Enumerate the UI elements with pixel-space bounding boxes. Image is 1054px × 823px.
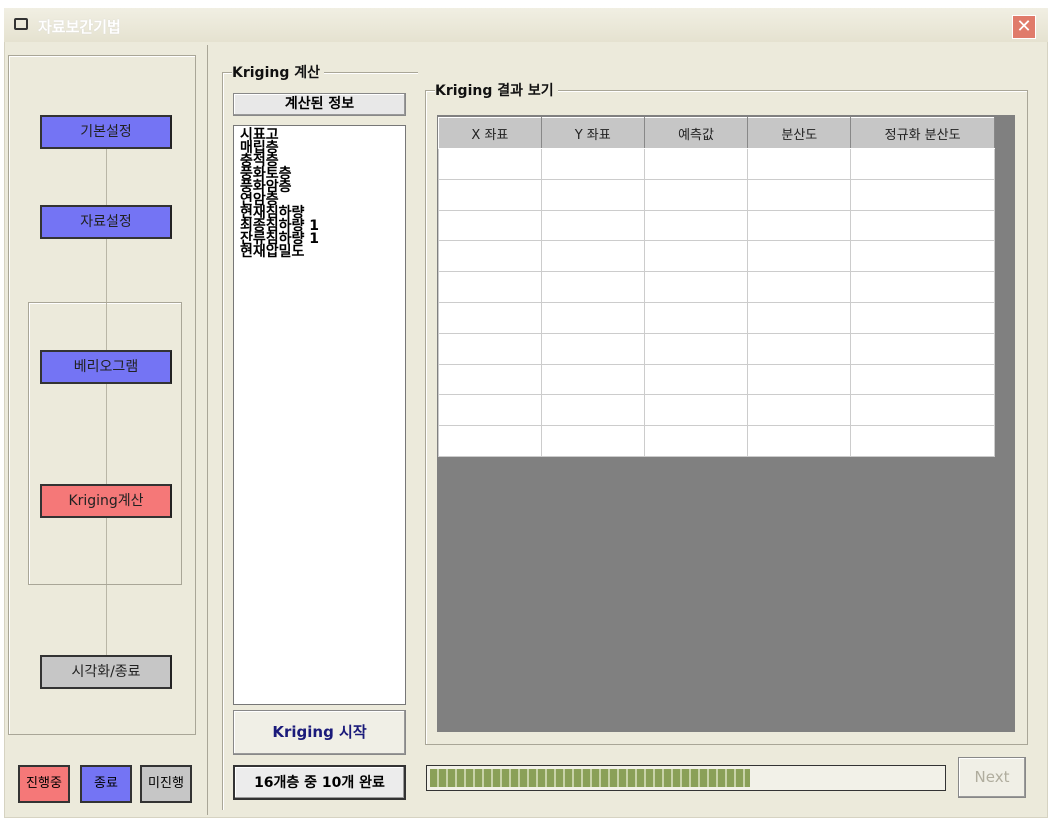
table-cell[interactable] [747, 332, 852, 365]
table-row[interactable] [438, 148, 995, 180]
table-cell[interactable] [540, 363, 645, 396]
table-cell[interactable] [438, 332, 542, 365]
next-button[interactable]: Next [958, 757, 1026, 798]
table-cell[interactable] [540, 209, 645, 242]
table-cell[interactable] [747, 240, 852, 273]
legend-done: 종료 [80, 765, 132, 803]
table-cell[interactable] [540, 148, 645, 180]
step-variogram[interactable]: 베리오그램 [40, 350, 172, 384]
table-cell[interactable] [643, 148, 749, 180]
table-cell[interactable] [747, 394, 852, 427]
table-cell[interactable] [747, 271, 852, 303]
table-cell[interactable] [850, 209, 995, 242]
kriging-calc-title: Kriging 계산 [232, 62, 324, 82]
window-title: 자료보간기법 [38, 18, 121, 36]
close-button[interactable]: ✕ [1012, 15, 1036, 39]
table-cell[interactable] [438, 209, 542, 242]
table-cell[interactable] [643, 178, 749, 211]
title-bar [4, 8, 1048, 42]
table-cell[interactable] [850, 148, 995, 180]
table-cell[interactable] [540, 271, 645, 303]
divider [207, 45, 208, 815]
legend-pending: 미진행 [140, 765, 192, 803]
table-cell[interactable] [643, 301, 749, 334]
table-cell[interactable] [850, 271, 995, 303]
table-cell[interactable] [850, 425, 995, 457]
table-cell[interactable] [643, 394, 749, 427]
table-row[interactable] [438, 240, 995, 273]
column-header[interactable]: 분산도 [747, 117, 852, 149]
table-cell[interactable] [850, 363, 995, 396]
table-cell[interactable] [643, 332, 749, 365]
table-cell[interactable] [438, 178, 542, 211]
results-title: Kriging 결과 보기 [435, 80, 558, 100]
table-cell[interactable] [643, 240, 749, 273]
table-cell[interactable] [747, 148, 852, 180]
table-cell[interactable] [747, 363, 852, 396]
legend-in-progress: 진행중 [18, 765, 70, 803]
table-cell[interactable] [540, 301, 645, 334]
table-cell[interactable] [643, 425, 749, 457]
step-connector [106, 303, 107, 584]
results-grid[interactable]: X 좌표 Y 좌표 예측값 분산도 정규화 분산도 [437, 115, 1015, 732]
progress-fill [430, 769, 750, 787]
table-cell[interactable] [643, 271, 749, 303]
table-cell[interactable] [747, 425, 852, 457]
status-text: 16개층 중 10개 완료 [233, 765, 406, 800]
table-row[interactable] [438, 363, 995, 396]
table-cell[interactable] [540, 240, 645, 273]
table-cell[interactable] [540, 332, 645, 365]
column-header[interactable]: Y 좌표 [540, 117, 645, 149]
table-row[interactable] [438, 209, 995, 242]
table-cell[interactable] [850, 178, 995, 211]
step-data-settings[interactable]: 자료설정 [40, 205, 172, 239]
step-basic-settings[interactable]: 기본설정 [40, 115, 172, 149]
table-cell[interactable] [540, 394, 645, 427]
column-header[interactable]: X 좌표 [438, 117, 542, 149]
table-cell[interactable] [438, 240, 542, 273]
table-cell[interactable] [438, 148, 542, 180]
table-cell[interactable] [438, 363, 542, 396]
table-cell[interactable] [850, 394, 995, 427]
table-cell[interactable] [747, 178, 852, 211]
step-group [28, 302, 182, 585]
table-cell[interactable] [540, 178, 645, 211]
table-cell[interactable] [438, 301, 542, 334]
table-cell[interactable] [438, 425, 542, 457]
table-cell[interactable] [643, 363, 749, 396]
table-row[interactable] [438, 394, 995, 427]
calculated-info-list[interactable]: 시표고 매립층 충적층 풍화토층 풍화암층 연암층 현재침하량 최종침하량 1 잔류침하량 1현… [233, 125, 406, 705]
kriging-start-button[interactable]: Kriging 시작 [233, 710, 406, 755]
table-cell[interactable] [850, 301, 995, 334]
column-header[interactable]: 정규화 분산도 [850, 117, 995, 149]
table-row[interactable] [438, 178, 995, 211]
table-cell[interactable] [747, 301, 852, 334]
column-header[interactable]: 예측값 [643, 117, 749, 149]
table-cell[interactable] [438, 394, 542, 427]
table-cell[interactable] [643, 209, 749, 242]
list-item[interactable]: 현재압밀도 [240, 245, 399, 259]
table-row[interactable] [438, 332, 995, 365]
table-cell[interactable] [540, 425, 645, 457]
step-visualize-finish[interactable]: 시각화/종료 [40, 655, 172, 689]
info-header: 계산된 정보 [233, 93, 406, 116]
step-kriging-calc[interactable]: Kriging계산 [40, 484, 172, 518]
app-icon [14, 18, 28, 30]
table-cell[interactable] [747, 209, 852, 242]
table-cell[interactable] [850, 332, 995, 365]
table-cell[interactable] [438, 271, 542, 303]
progress-bar [426, 765, 946, 791]
table-cell[interactable] [850, 240, 995, 273]
table-row[interactable] [438, 301, 995, 334]
table-row[interactable] [438, 271, 995, 303]
close-icon: ✕ [1016, 16, 1032, 37]
table-row[interactable] [438, 425, 995, 457]
